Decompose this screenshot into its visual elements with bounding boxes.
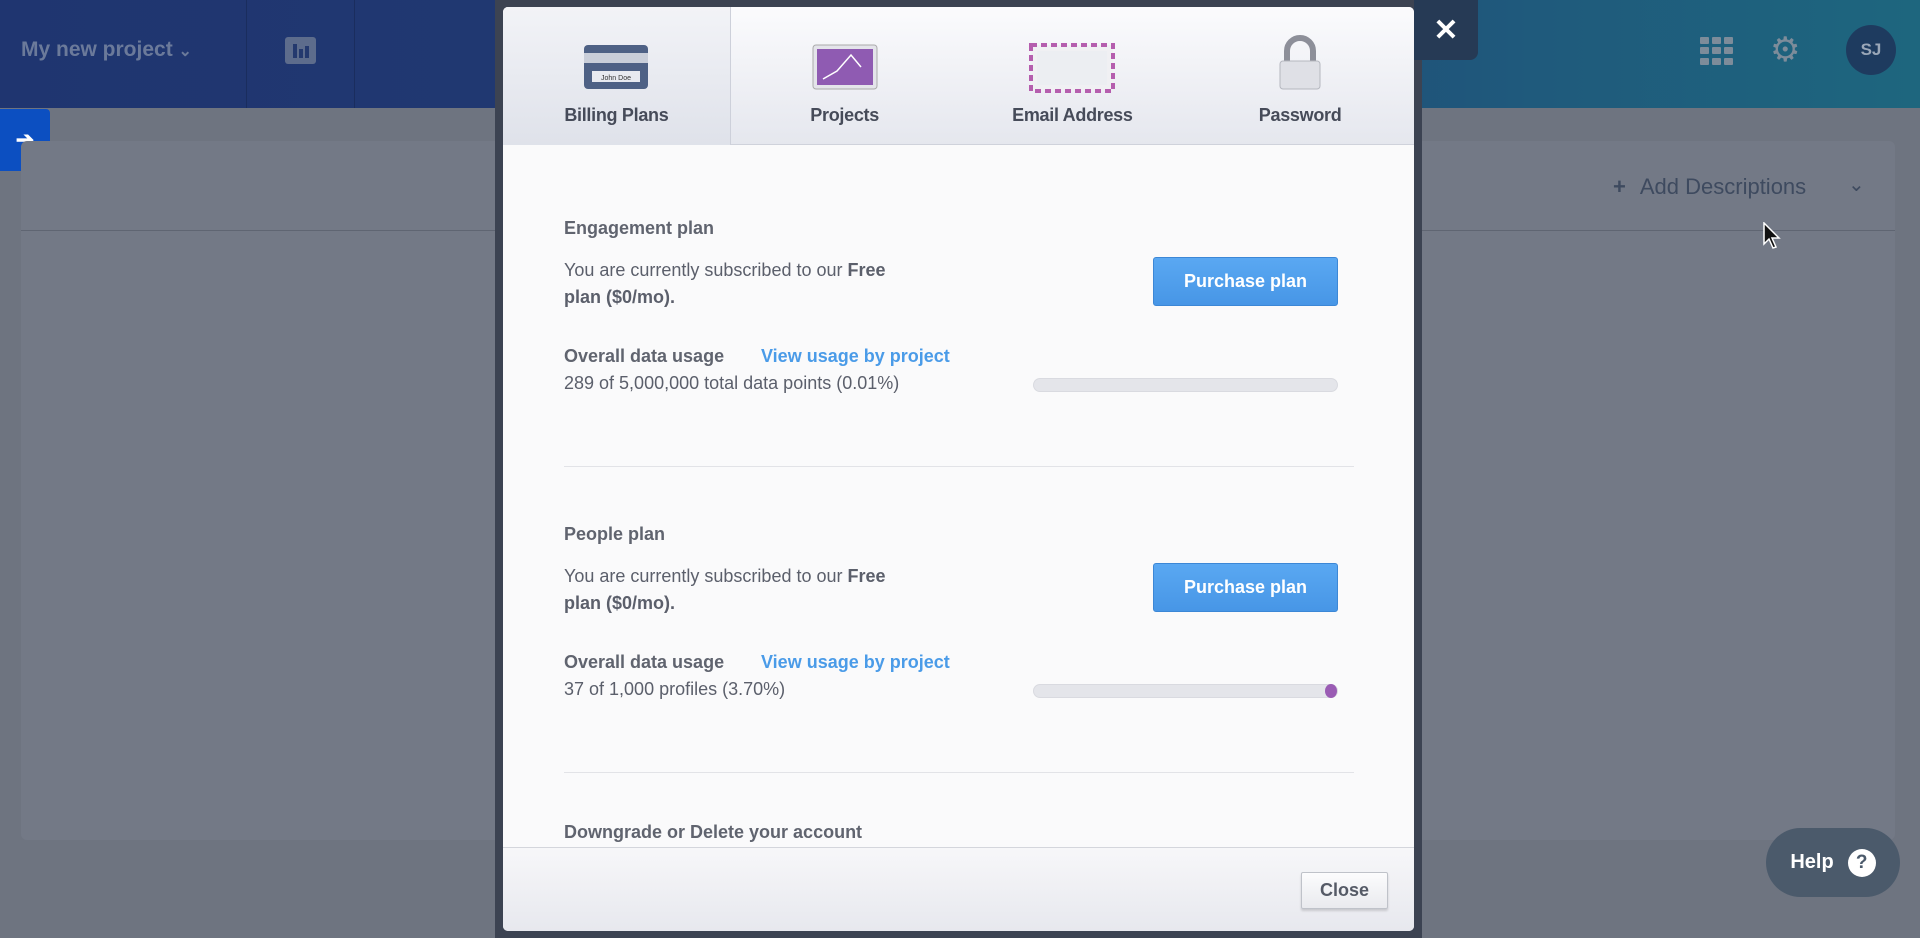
envelope-icon	[1029, 43, 1116, 93]
credit-card-icon: John Doe	[584, 45, 649, 89]
close-icon[interactable]: ✕	[1414, 0, 1478, 60]
account-settings-modal: John Doe Billing Plans Projects Email Ad…	[503, 7, 1414, 931]
tab-projects[interactable]: Projects	[731, 7, 959, 145]
usage-label: Overall data usage	[564, 346, 725, 366]
mouse-cursor-icon	[1763, 222, 1781, 249]
tab-email-address[interactable]: Email Address	[959, 7, 1187, 145]
bar-chart-icon[interactable]	[285, 37, 316, 64]
tab-label: Projects	[810, 105, 879, 125]
usage-progress-bar	[1033, 378, 1338, 392]
view-usage-link[interactable]: View usage by project	[761, 652, 950, 673]
modal-tabs: John Doe Billing Plans Projects Email Ad…	[503, 7, 1414, 145]
tab-password[interactable]: Password	[1186, 7, 1414, 145]
divider	[246, 0, 247, 108]
usage-indicator	[1325, 684, 1337, 698]
view-usage-link[interactable]: View usage by project	[761, 346, 950, 367]
svg-text:John Doe: John Doe	[601, 75, 631, 82]
plan-subscription-text: You are currently subscribed to our Free…	[564, 260, 886, 307]
divider	[354, 0, 355, 108]
tab-label: Email Address	[1012, 105, 1133, 125]
add-descriptions-button[interactable]: + Add Descriptions	[1613, 174, 1806, 200]
chevron-down-icon[interactable]: ⌄	[1848, 172, 1865, 197]
divider	[564, 772, 1354, 773]
help-label: Help	[1790, 851, 1834, 873]
purchase-plan-button[interactable]: Purchase plan	[1153, 257, 1338, 306]
plus-icon: +	[1613, 174, 1626, 199]
tab-billing-plans[interactable]: John Doe Billing Plans	[503, 7, 731, 145]
usage-text: 289 of 5,000,000 total data points (0.01…	[564, 373, 900, 393]
tab-label: Password	[1258, 105, 1342, 125]
people-plan-title: People plan	[564, 524, 666, 544]
divider	[564, 466, 1354, 467]
line-chart-icon	[812, 44, 878, 90]
apps-grid-icon[interactable]	[1700, 37, 1733, 65]
help-button[interactable]: Help?	[1766, 828, 1900, 897]
downgrade-delete-title: Downgrade or Delete your account	[564, 822, 863, 842]
close-button[interactable]: Close	[1301, 872, 1388, 909]
lock-icon	[1279, 35, 1321, 90]
add-descriptions-label: Add Descriptions	[1639, 174, 1807, 199]
avatar[interactable]: SJ	[1846, 25, 1896, 75]
tab-label: Billing Plans	[564, 105, 669, 125]
project-title: My new project	[21, 38, 173, 61]
chevron-down-icon: ⌄	[178, 43, 192, 60]
engagement-plan-title: Engagement plan	[564, 218, 715, 238]
usage-progress-bar	[1033, 684, 1338, 698]
purchase-plan-button[interactable]: Purchase plan	[1153, 563, 1338, 612]
modal-footer: Close	[503, 847, 1414, 931]
question-mark-icon: ?	[1847, 848, 1876, 877]
plan-subscription-text: You are currently subscribed to our Free…	[564, 566, 886, 613]
usage-label: Overall data usage	[564, 652, 725, 672]
usage-text: 37 of 1,000 profiles (3.70%)	[564, 679, 786, 699]
project-selector[interactable]: My new project ⌄	[21, 38, 192, 62]
gear-icon[interactable]: ⚙	[1770, 30, 1800, 70]
